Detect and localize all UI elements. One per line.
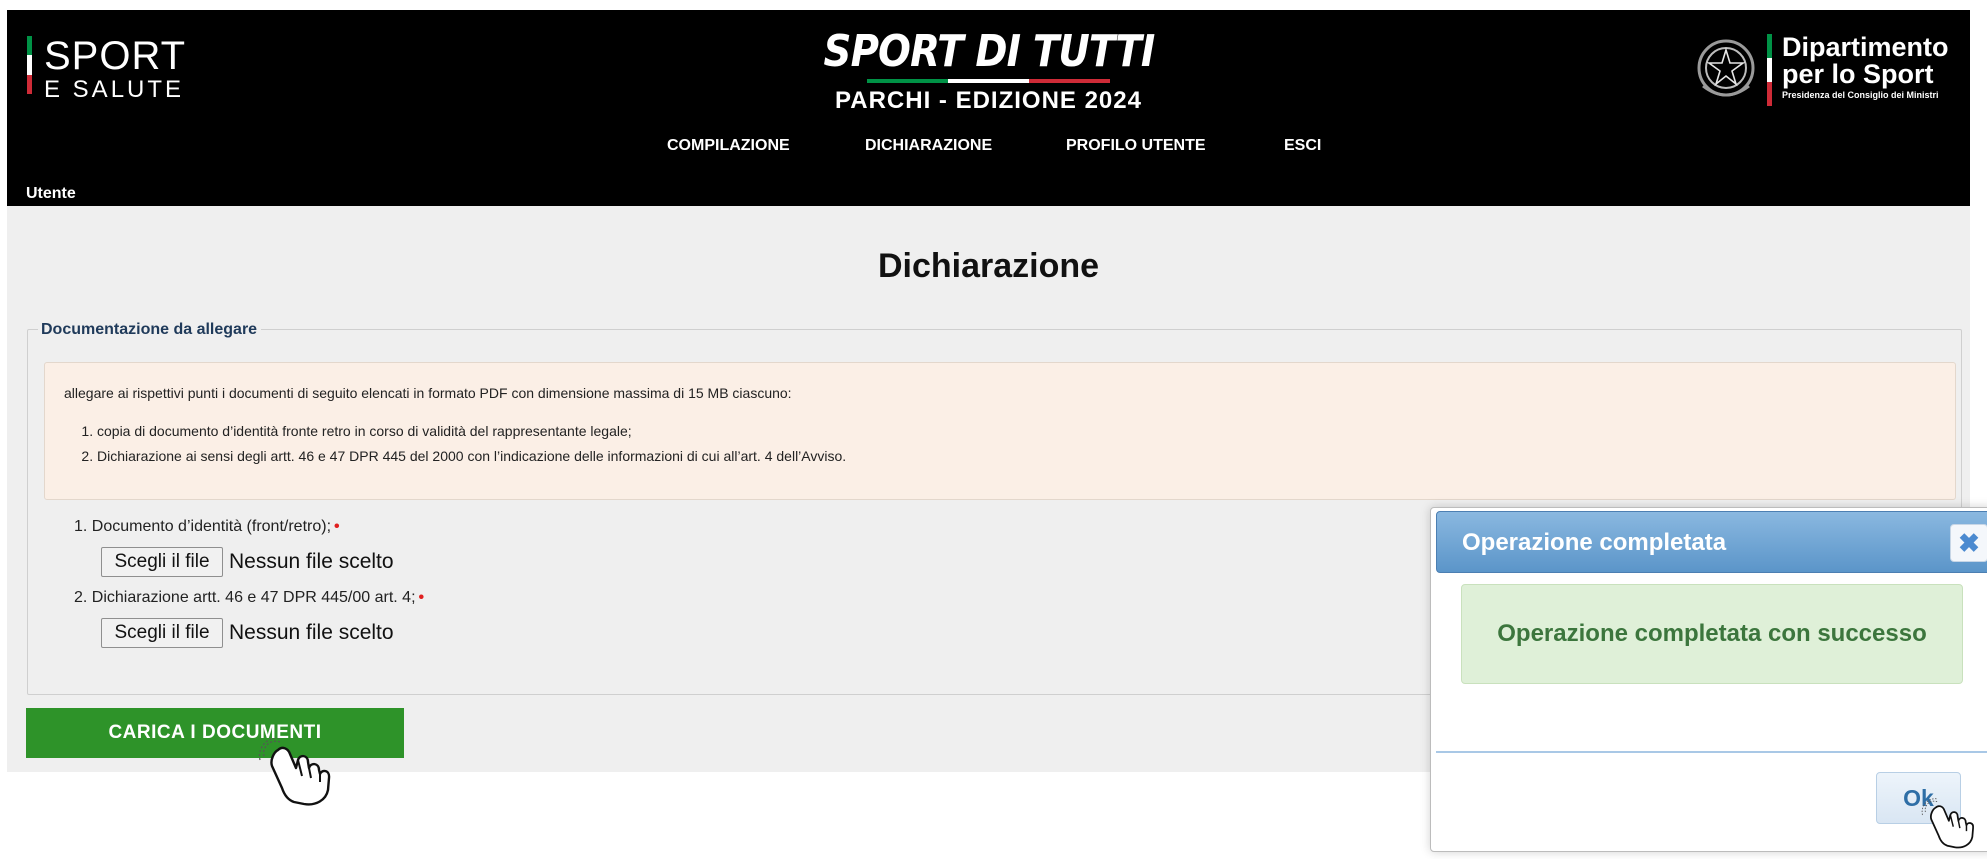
file-status: Nessun file scelto <box>229 550 394 573</box>
choose-file-button[interactable]: Scegli il file <box>101 547 223 577</box>
emblem-icon <box>1697 39 1755 97</box>
user-label: Utente <box>26 185 76 202</box>
document-2-label-text: 2. Dichiarazione artt. 46 e 47 DPR 445/0… <box>74 589 416 606</box>
per-lo-sport-text: per lo Sport <box>1782 59 1934 89</box>
nav-dichiarazione[interactable]: DICHIARAZIONE <box>865 137 992 155</box>
section-legend: Documentazione da allegare <box>38 321 262 339</box>
required-marker: • <box>418 589 425 606</box>
pointer-hand-icon <box>258 738 331 806</box>
required-marker: • <box>334 518 340 535</box>
dialog-title: Operazione completata <box>1462 529 1727 556</box>
choose-file-button[interactable]: Scegli il file <box>101 618 223 648</box>
instructions-box: allegare ai rispettivi punti i documenti… <box>44 362 1956 500</box>
success-dialog: Operazione completata ✖ Operazione compl… <box>1430 507 1987 852</box>
list-item: copia di documento d’identità fronte ret… <box>97 423 846 439</box>
main-nav: COMPILAZIONE DICHIARAZIONE PROFILO UTENT… <box>7 137 1970 157</box>
nav-compilazione[interactable]: COMPILAZIONE <box>667 137 790 155</box>
dialog-titlebar[interactable]: Operazione completata ✖ <box>1436 511 1987 573</box>
document-2-label: 2. Dichiarazione artt. 46 e 47 DPR 445/0… <box>74 589 424 607</box>
success-message: Operazione completata con successo <box>1461 584 1963 684</box>
brand-title: SPORT DI TUTTI <box>823 26 1155 77</box>
dipartimento-text: Dipartimento <box>1782 32 1949 62</box>
instructions-intro: allegare ai rispettivi punti i documenti… <box>64 385 792 401</box>
presidenza-text: Presidenza del Consiglio dei Ministri <box>1782 90 1939 100</box>
document-1-label: 1. Documento d’identità (front/retro); • <box>74 518 340 536</box>
instructions-list: copia di documento d’identità fronte ret… <box>97 423 846 473</box>
tricolor-underline <box>866 79 1111 83</box>
nav-esci[interactable]: ESCI <box>1284 137 1321 155</box>
pointer-hand-icon <box>1921 798 1974 849</box>
file-status: Nessun file scelto <box>229 621 394 644</box>
document-1-label-text: 1. Documento d’identità (front/retro); <box>74 518 332 535</box>
list-item: Dichiarazione ai sensi degli artt. 46 e … <box>97 448 846 464</box>
dialog-divider <box>1436 751 1987 753</box>
brand-block: SPORT DI TUTTI PARCHI - EDIZIONE 2024 <box>7 26 1970 115</box>
document-1-file-input[interactable]: Scegli il file Nessun file scelto <box>101 547 394 577</box>
site-header: SPORT E SALUTE SPORT DI TUTTI PARCHI - E… <box>7 10 1970 206</box>
document-2-file-input[interactable]: Scegli il file Nessun file scelto <box>101 618 394 648</box>
brand-subtitle: PARCHI - EDIZIONE 2024 <box>835 87 1142 114</box>
close-icon[interactable]: ✖ <box>1950 524 1987 562</box>
page-title: Dichiarazione <box>877 247 1100 285</box>
tricolor-stripe <box>1767 34 1772 106</box>
dipartimento-sport-logo[interactable]: Dipartimento per lo Sport Presidenza del… <box>1695 34 1949 106</box>
nav-profilo-utente[interactable]: PROFILO UTENTE <box>1066 137 1206 155</box>
